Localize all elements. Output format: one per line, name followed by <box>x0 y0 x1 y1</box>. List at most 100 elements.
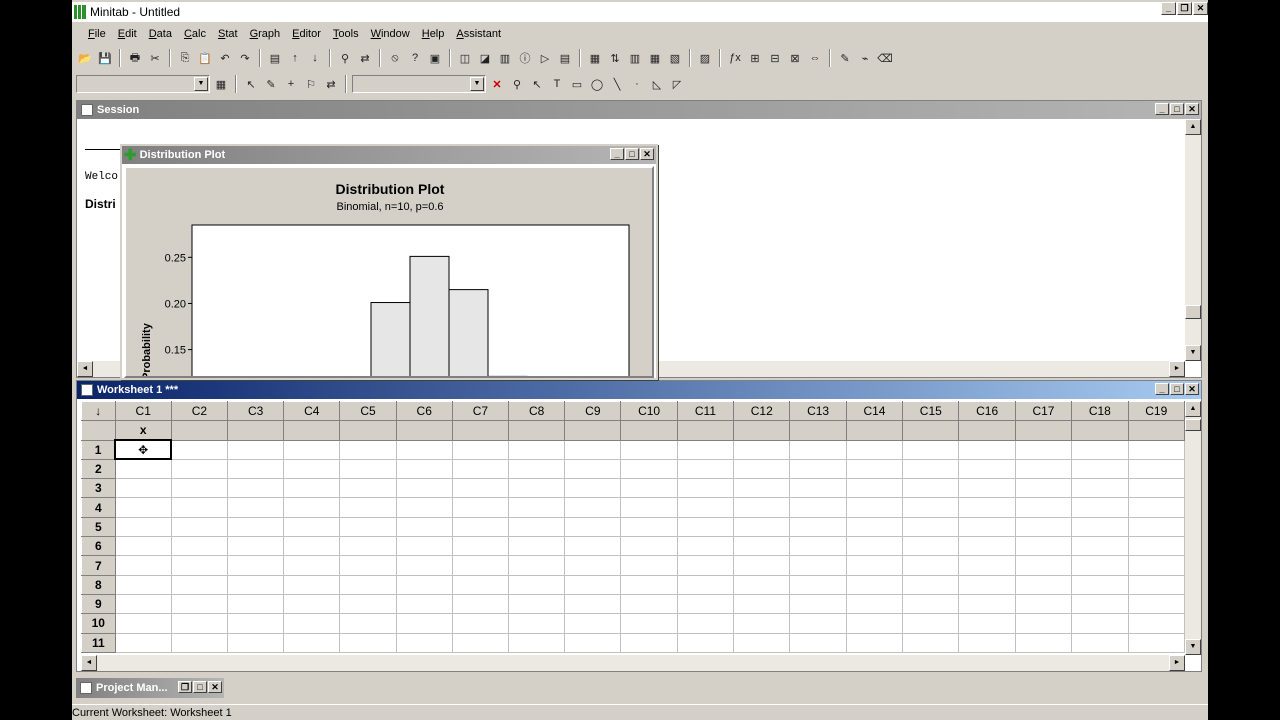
data-cell[interactable] <box>1127 632 1185 653</box>
data-cell[interactable] <box>1014 439 1073 460</box>
help-icon[interactable]: ? <box>406 49 424 67</box>
data-cell[interactable] <box>508 536 566 557</box>
data-cell[interactable] <box>1014 574 1073 595</box>
menu-help[interactable]: Help <box>422 28 445 40</box>
data-cell[interactable] <box>1014 555 1073 576</box>
data-cell[interactable] <box>1014 516 1073 538</box>
data-cell[interactable] <box>227 497 285 518</box>
data-cell[interactable] <box>451 497 510 518</box>
column-name-cell[interactable] <box>564 420 622 441</box>
data-cell[interactable] <box>451 632 510 653</box>
text-icon[interactable]: T <box>548 75 566 93</box>
data-cell[interactable] <box>1127 497 1185 518</box>
move-cols-icon[interactable]: ⇔ <box>806 49 824 67</box>
data-cell[interactable] <box>451 516 510 538</box>
data-cell[interactable] <box>170 613 229 634</box>
flag-icon[interactable]: ⚐ <box>302 75 320 93</box>
menu-file[interactable]: File <box>88 28 106 40</box>
data-cell[interactable] <box>620 458 678 480</box>
data-cell[interactable] <box>339 516 397 538</box>
graph-area[interactable]: Distribution Plot Binomial, n=10, p=0.6 … <box>124 166 654 378</box>
data-cell[interactable] <box>789 536 847 557</box>
data-cell[interactable] <box>283 632 341 653</box>
down-icon[interactable]: ↓ <box>306 49 324 67</box>
data-cell[interactable] <box>733 536 791 557</box>
project-icon[interactable]: ▣ <box>426 49 444 67</box>
data-cell[interactable] <box>1071 516 1129 538</box>
menu-calc[interactable]: Calc <box>184 28 206 40</box>
data-cell[interactable] <box>1014 632 1073 653</box>
data-cell[interactable] <box>676 516 735 538</box>
column-name-cell[interactable] <box>339 420 397 441</box>
column-name-cell[interactable] <box>283 420 341 441</box>
data-cell[interactable] <box>733 497 791 518</box>
column-header[interactable]: C2 <box>170 401 229 422</box>
data-cell[interactable] <box>564 536 622 557</box>
scroll-up-button[interactable]: ▲ <box>1185 401 1201 417</box>
data-cell[interactable] <box>902 593 960 615</box>
column-header[interactable]: C9 <box>564 401 622 422</box>
data-cell[interactable] <box>676 613 735 634</box>
data-cell[interactable] <box>283 439 341 460</box>
annotation-combo[interactable]: ▼ <box>352 75 486 93</box>
data-cell[interactable] <box>676 458 735 480</box>
data-cell[interactable] <box>114 613 172 634</box>
data-cell[interactable] <box>958 574 1016 595</box>
data-cell[interactable] <box>789 478 847 499</box>
close-button[interactable]: ✕ <box>1185 383 1199 395</box>
line-icon[interactable]: ╲ <box>608 75 626 93</box>
minimize-button[interactable]: _ <box>1155 103 1169 115</box>
scroll-down-button[interactable]: ▼ <box>1185 639 1201 655</box>
data-cell[interactable] <box>451 536 510 557</box>
undo-icon[interactable]: ↶ <box>216 49 234 67</box>
data-cell[interactable] <box>676 574 735 595</box>
menu-graph[interactable]: Graph <box>250 28 281 40</box>
session-vscrollbar[interactable]: ▲ ▼ <box>1185 119 1201 361</box>
data-cell[interactable] <box>1071 555 1129 576</box>
data-cell[interactable] <box>733 555 791 576</box>
crosshair-icon[interactable]: + <box>282 75 300 93</box>
erase-icon[interactable]: ⌫ <box>876 49 894 67</box>
data-cell[interactable] <box>676 555 735 576</box>
data-cell[interactable] <box>114 497 172 518</box>
data-cell[interactable] <box>789 632 847 653</box>
column-name-cell[interactable] <box>958 420 1016 441</box>
data-cell[interactable] <box>395 458 453 480</box>
data-cell[interactable] <box>958 593 1016 615</box>
data-cell[interactable] <box>564 555 622 576</box>
rect-icon[interactable]: ▭ <box>568 75 586 93</box>
data-cell[interactable] <box>564 439 622 460</box>
data-cell[interactable] <box>1014 613 1073 634</box>
data-cell[interactable] <box>958 478 1016 499</box>
data-cell[interactable] <box>170 632 229 653</box>
data-cell[interactable] <box>733 439 791 460</box>
column-name-cell[interactable] <box>1127 420 1185 441</box>
data-cell[interactable] <box>395 632 453 653</box>
swap-icon[interactable]: ⇄ <box>322 75 340 93</box>
print-icon[interactable]: 🖶 <box>126 49 144 67</box>
properties-icon[interactable]: ▦ <box>212 75 230 93</box>
data-cell[interactable] <box>395 613 453 634</box>
data-cell[interactable] <box>451 574 510 595</box>
column-name-cell[interactable] <box>789 420 847 441</box>
data-cell[interactable] <box>170 555 229 576</box>
data-cell[interactable] <box>958 516 1016 538</box>
maximize-button[interactable]: □ <box>1170 103 1184 115</box>
data-cell[interactable] <box>676 593 735 615</box>
zoom-icon[interactable]: ⚲ <box>508 75 526 93</box>
data-cell[interactable] <box>620 478 678 499</box>
layout-icon[interactable]: ▥ <box>496 49 514 67</box>
data-cell[interactable] <box>1127 516 1185 538</box>
data-cell[interactable] <box>733 593 791 615</box>
select-icon[interactable]: ↖ <box>242 75 260 93</box>
data-cell[interactable] <box>789 574 847 595</box>
copy-icon[interactable]: ⎘ <box>176 49 194 67</box>
data-cell[interactable] <box>1071 439 1129 460</box>
close-button[interactable]: ✕ <box>1193 2 1208 15</box>
data-cell[interactable] <box>733 574 791 595</box>
data-cell[interactable] <box>451 593 510 615</box>
table-icon[interactable]: ▦ <box>646 49 664 67</box>
data-cell[interactable] <box>451 439 510 460</box>
graphs-icon[interactable]: ◪ <box>476 49 494 67</box>
data-cell[interactable] <box>339 574 397 595</box>
